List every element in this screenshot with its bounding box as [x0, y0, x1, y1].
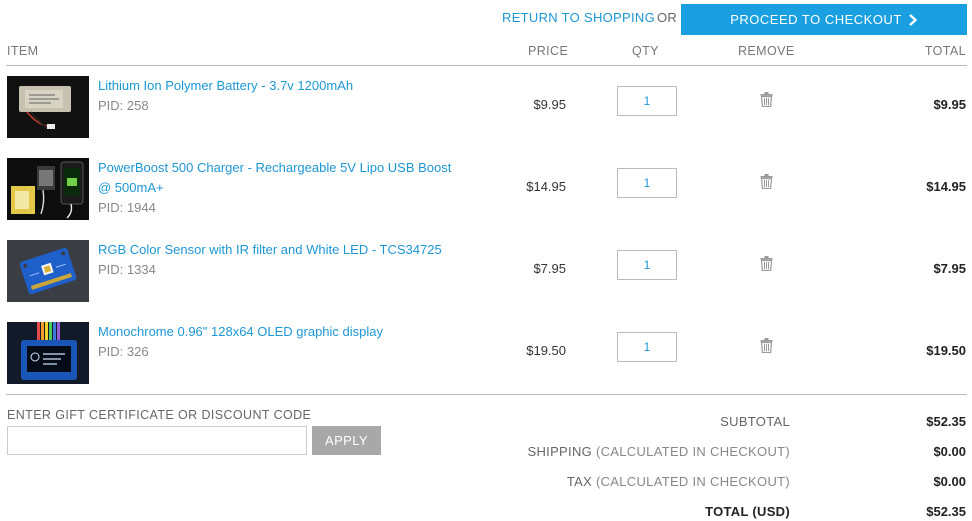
tax-label-group: TAX (CALCULATED IN CHECKOUT) — [567, 474, 790, 489]
header-divider — [6, 65, 967, 66]
cart-item-row: Lithium Ion Polymer Battery - 3.7v 1200m… — [0, 76, 972, 158]
product-pid: PID: 258 — [98, 98, 149, 113]
checkout-button-label: PROCEED TO CHECKOUT — [730, 12, 902, 27]
proceed-to-checkout-button[interactable]: PROCEED TO CHECKOUT — [681, 4, 967, 35]
subtotal-value: $52.35 — [926, 414, 966, 429]
order-total-label: TOTAL (USD) — [705, 504, 790, 519]
cart-item-row: PowerBoost 500 Charger - Rechargeable 5V… — [0, 158, 972, 240]
product-price: $19.50 — [526, 343, 566, 358]
gift-certificate-label: ENTER GIFT CERTIFICATE OR DISCOUNT CODE — [7, 408, 312, 422]
column-header-price: PRICE — [528, 44, 569, 58]
footer-divider — [6, 394, 967, 395]
product-thumbnail-sensor-board[interactable] — [7, 240, 89, 302]
shipping-note: (CALCULATED IN CHECKOUT) — [595, 444, 790, 459]
column-header-item: ITEM — [7, 44, 39, 58]
product-line-total: $9.95 — [933, 97, 966, 112]
product-thumbnail-oled-display[interactable] — [7, 322, 89, 384]
order-total-value: $52.35 — [926, 504, 966, 519]
product-price: $7.95 — [533, 261, 566, 276]
tax-note: (CALCULATED IN CHECKOUT) — [595, 474, 790, 489]
column-header-remove: REMOVE — [738, 44, 795, 58]
product-thumbnail-battery[interactable] — [7, 76, 89, 138]
quantity-input[interactable] — [617, 250, 677, 280]
product-price: $9.95 — [533, 97, 566, 112]
cart-top-bar: RETURN TO SHOPPING OR PROCEED TO CHECKOU… — [0, 0, 972, 36]
column-header-total: TOTAL — [924, 44, 966, 58]
subtotal-label: SUBTOTAL — [720, 414, 790, 429]
product-pid: PID: 326 — [98, 344, 149, 359]
product-line-total: $14.95 — [926, 179, 966, 194]
product-name-link[interactable]: PowerBoost 500 Charger - Rechargeable 5V… — [98, 158, 468, 198]
column-header-qty: QTY — [632, 44, 659, 58]
trash-icon[interactable] — [760, 174, 773, 189]
cart-item-row: RGB Color Sensor with IR filter and Whit… — [0, 240, 972, 322]
product-pid: PID: 1944 — [98, 200, 156, 215]
quantity-input[interactable] — [617, 332, 677, 362]
or-separator: OR — [657, 10, 678, 25]
product-pid: PID: 1334 — [98, 262, 156, 277]
return-to-shopping-link[interactable]: RETURN TO SHOPPING — [502, 10, 655, 25]
product-line-total: $7.95 — [933, 261, 966, 276]
shipping-value: $0.00 — [933, 444, 966, 459]
apply-code-button[interactable]: APPLY — [312, 426, 381, 455]
shipping-label-group: SHIPPING (CALCULATED IN CHECKOUT) — [528, 444, 790, 459]
tax-value: $0.00 — [933, 474, 966, 489]
trash-icon[interactable] — [760, 338, 773, 353]
gift-code-input[interactable] — [7, 426, 307, 455]
chevron-right-icon — [908, 13, 918, 26]
cart-item-row: Monochrome 0.96" 128x64 OLED graphic dis… — [0, 322, 972, 404]
product-price: $14.95 — [526, 179, 566, 194]
product-thumbnail-charger-board[interactable] — [7, 158, 89, 220]
quantity-input[interactable] — [617, 86, 677, 116]
product-name-link[interactable]: RGB Color Sensor with IR filter and Whit… — [98, 240, 468, 260]
quantity-input[interactable] — [617, 168, 677, 198]
shipping-label: SHIPPING — [527, 444, 593, 459]
product-name-link[interactable]: Lithium Ion Polymer Battery - 3.7v 1200m… — [98, 76, 468, 96]
product-name-link[interactable]: Monochrome 0.96" 128x64 OLED graphic dis… — [98, 322, 468, 342]
tax-label: TAX — [566, 474, 593, 489]
trash-icon[interactable] — [760, 256, 773, 271]
trash-icon[interactable] — [760, 92, 773, 107]
product-line-total: $19.50 — [926, 343, 966, 358]
